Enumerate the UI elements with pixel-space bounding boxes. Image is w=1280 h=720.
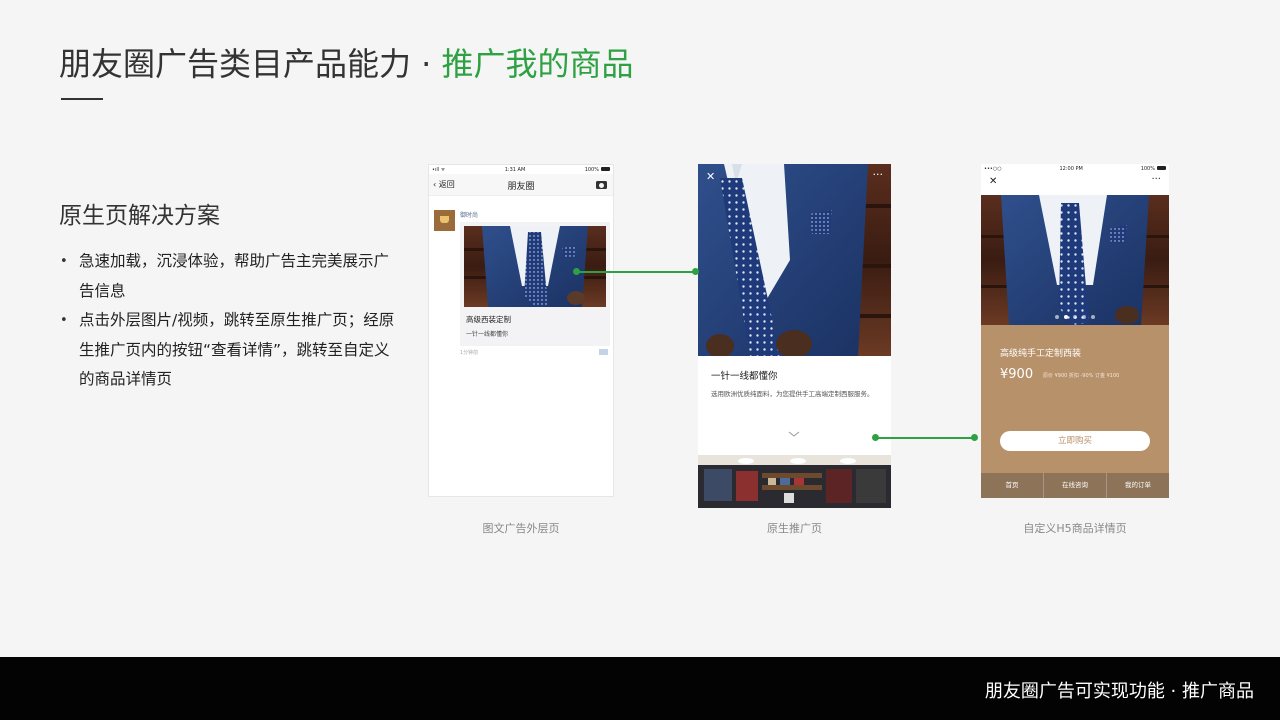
bullet-list: 急速加载，沉浸体验，帮助广告主完美展示广告信息 点击外层图片/视频，跳转至原生推…: [59, 247, 404, 395]
status-time: 12:00 PM: [1059, 165, 1083, 172]
title-main: 朋友圈广告类目产品能力 ·: [59, 45, 442, 83]
title-accent: 推广我的商品: [441, 45, 634, 83]
avatar[interactable]: [434, 210, 455, 231]
battery-status: 100%: [585, 167, 610, 173]
post-time: 1分钟前: [460, 350, 479, 356]
product-image[interactable]: [981, 195, 1169, 325]
native-description: 选用欧洲优质纯面料，为您提供手工高端定制西服服务。: [711, 390, 874, 398]
battery-status: 100%: [1141, 166, 1166, 172]
page-dot[interactable]: [1073, 315, 1077, 319]
phone-h5-detail: •••○○ 12:00 PM 100% ✕ ··· 高级纯手工定制西装 ¥900…: [981, 164, 1169, 498]
bullet-item: 点击外层图片/视频，跳转至原生推广页；经原生推广页内的按钮“查看详情”，跳转至自…: [59, 306, 404, 395]
signal-icon: •ıll ᯤ: [432, 166, 446, 173]
close-icon[interactable]: ✕: [989, 176, 997, 187]
product-price: ¥900: [1000, 367, 1034, 382]
status-time: 1:31 AM: [504, 166, 526, 173]
chevron-down-icon[interactable]: [788, 428, 800, 440]
tab-home[interactable]: 首页: [981, 473, 1044, 498]
hero-image: [698, 164, 891, 356]
more-icon[interactable]: ···: [873, 168, 884, 181]
h5-top-bar: •••○○ 12:00 PM 100% ✕ ···: [981, 164, 1169, 195]
comment-icon[interactable]: [599, 349, 608, 355]
buy-now-button[interactable]: 立即购买: [1000, 431, 1150, 451]
phone-moments-feed: •ıll ᯤ 1:31 AM 100% ‹ 返回 朋友圈 御时尚 高级西装定制 …: [428, 164, 614, 497]
h5-tab-bar: 首页 在线咨询 我的订单: [981, 473, 1169, 498]
price-meta: 原价 ¥900 折扣 -90% 订金 ¥100: [1043, 373, 1120, 379]
page-dot[interactable]: [1055, 315, 1059, 319]
bullet-item: 急速加载，沉浸体验，帮助广告主完美展示广告信息: [59, 247, 404, 306]
suit-image[interactable]: [464, 226, 606, 307]
card-subtitle: 一针一线都懂你: [466, 331, 509, 338]
page-dot[interactable]: [1082, 315, 1086, 319]
footer-bar: 朋友圈广告可实现功能 · 推广商品: [0, 657, 1280, 720]
nav-title: 朋友圈: [507, 182, 535, 192]
title-underline: [61, 98, 103, 100]
status-bar: •••○○ 12:00 PM 100%: [981, 164, 1169, 173]
card-title: 高级西装定制: [466, 315, 511, 324]
ad-card[interactable]: 高级西装定制 一针一线都懂你: [460, 222, 610, 346]
tab-consult[interactable]: 在线咨询: [1044, 473, 1107, 498]
battery-icon: [600, 167, 610, 171]
section-heading: 原生页解决方案: [59, 203, 220, 229]
connector-dot: [971, 434, 978, 441]
signal-icon: •••○○: [984, 165, 1002, 172]
page-dot[interactable]: [1064, 315, 1068, 319]
caption-feed: 图文广告外层页: [482, 522, 560, 535]
footer-text: 朋友圈广告可实现功能 · 推广商品: [984, 681, 1254, 702]
connector-dot: [692, 268, 699, 275]
battery-icon: [1156, 166, 1166, 170]
product-name: 高级纯手工定制西装: [1000, 349, 1082, 359]
camera-icon[interactable]: [596, 181, 607, 189]
caption-h5: 自定义H5商品详情页: [1023, 522, 1127, 535]
native-heading: 一针一线都懂你: [711, 371, 778, 382]
carousel-indicator[interactable]: [1055, 315, 1095, 319]
caption-native: 原生推广页: [767, 522, 822, 535]
phone-native-page: ✕ ··· 一针一线都懂你 选用欧洲优质纯面料，为您提供手工高端定制西服服务。: [698, 164, 891, 508]
connector-line: [876, 437, 975, 439]
advertiser-name[interactable]: 御时尚: [460, 210, 478, 219]
status-bar: •ıll ᯤ 1:31 AM 100%: [429, 165, 613, 174]
nav-bar: ‹ 返回 朋友圈: [429, 174, 613, 196]
tab-orders[interactable]: 我的订单: [1107, 473, 1169, 498]
connector-line: [577, 271, 696, 273]
store-image[interactable]: [698, 455, 891, 508]
close-icon[interactable]: ✕: [706, 170, 715, 183]
page-title: 朋友圈广告类目产品能力 · 推广我的商品: [59, 44, 634, 84]
more-icon[interactable]: ···: [1151, 174, 1161, 185]
page-dot[interactable]: [1091, 315, 1095, 319]
